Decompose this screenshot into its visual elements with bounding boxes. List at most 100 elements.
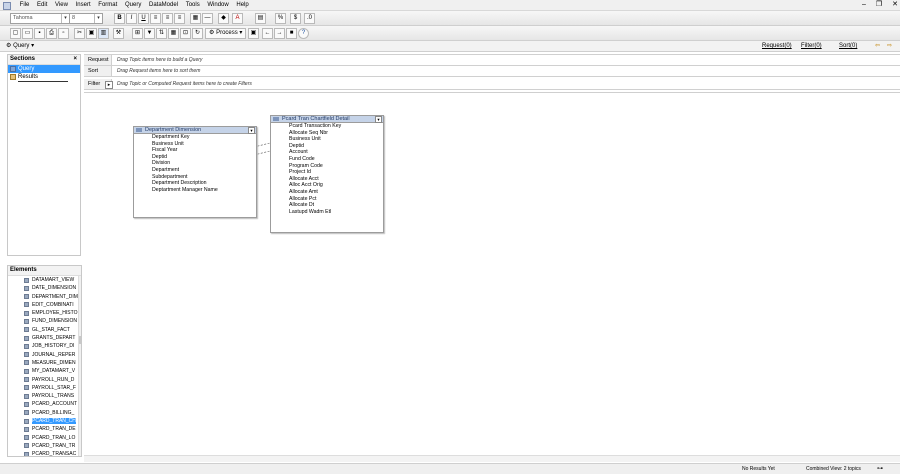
chevron-down-icon[interactable]: ▾ <box>94 14 102 23</box>
topic-item[interactable]: Allocate Amt <box>271 189 383 196</box>
element-item[interactable]: PCARD_TRANSAC <box>8 450 80 456</box>
topic-item[interactable]: Deptartment Manager Name <box>134 187 256 194</box>
element-item[interactable]: DEPARTMENT_DIM <box>8 293 80 301</box>
element-item[interactable]: JOB_HISTORY_DI <box>8 342 80 350</box>
element-item[interactable]: PCARD_TRAN_TR <box>8 442 80 450</box>
topic-item[interactable]: Business Unit <box>134 141 256 148</box>
zoom-slider-icon[interactable]: ⊶ <box>877 465 883 473</box>
cancel-process-icon[interactable]: ▣ <box>248 28 259 39</box>
chevron-down-icon[interactable]: ▾ <box>375 116 382 123</box>
element-item[interactable]: DATE_DIMENSION <box>8 284 80 292</box>
font-name-combo[interactable]: Tahoma ▾ <box>10 13 70 24</box>
filter-menu-icon[interactable]: ▸ <box>105 81 113 89</box>
insert-icon[interactable]: ⊞ <box>132 28 143 39</box>
sort-icon[interactable]: ⇅ <box>156 28 167 39</box>
topic-item[interactable]: Division <box>134 160 256 167</box>
element-item[interactable]: PCARD_TRAN_CH <box>8 417 80 425</box>
topic-item[interactable]: Account <box>271 149 383 156</box>
open-icon[interactable]: ▭ <box>22 28 33 39</box>
topic-item[interactable]: Department Key <box>134 134 256 141</box>
topic-item[interactable]: Pcard Transaction Key <box>271 123 383 130</box>
element-item[interactable]: PCARD_TRAN_DE <box>8 425 80 433</box>
topic-item[interactable]: Allocate Acct <box>271 176 383 183</box>
back-arrow-icon[interactable]: ⇦ <box>875 41 880 51</box>
border-icon[interactable]: ▦ <box>190 13 201 24</box>
element-item[interactable]: PAYROLL_RUN_D <box>8 376 80 384</box>
dollar-icon[interactable]: $ <box>290 13 301 24</box>
minimize-icon[interactable]: – <box>862 1 866 8</box>
help-button[interactable]: ? <box>298 28 309 39</box>
topic-item[interactable]: Lastupd Wadm Etl <box>271 209 383 216</box>
close-icon[interactable]: ✕ <box>892 1 898 8</box>
section-item-results[interactable]: Results <box>8 73 80 81</box>
align-left-icon[interactable]: ≡ <box>150 13 161 24</box>
element-item[interactable]: PAYROLL_TRANS <box>8 392 80 400</box>
section-selector[interactable]: ⚙ Query ▾ <box>6 41 34 51</box>
print-preview-icon[interactable]: ▫ <box>58 28 69 39</box>
process-button[interactable]: ⚙ Process ▾ <box>205 28 247 39</box>
topic-item[interactable]: Deptid <box>134 154 256 161</box>
topic-item[interactable]: Program Code <box>271 163 383 170</box>
topic-item[interactable]: Project Id <box>271 169 383 176</box>
italic-button[interactable]: I <box>126 13 137 24</box>
restore-icon[interactable]: ❐ <box>876 1 882 8</box>
align-center-icon[interactable]: ≡ <box>162 13 173 24</box>
cut-icon[interactable]: ✂ <box>74 28 85 39</box>
query-canvas[interactable]: Department Dimension ▾ Department Key Bus… <box>84 92 900 461</box>
topic-item[interactable]: Subdepartment <box>134 174 256 181</box>
topic-item[interactable]: Business Unit <box>271 136 383 143</box>
pivot-icon[interactable]: ⊡ <box>180 28 191 39</box>
sort-link[interactable]: Sort(0) <box>839 41 857 51</box>
menu-tools[interactable]: Tools <box>186 0 200 10</box>
menu-window[interactable]: Window <box>207 0 228 10</box>
close-icon[interactable]: × <box>73 55 77 64</box>
chevron-down-icon[interactable]: ▾ <box>248 127 255 134</box>
topic-title[interactable]: Pcard Tran Chartfield Detail ▾ <box>271 116 383 123</box>
elements-scrollbar[interactable] <box>78 276 81 456</box>
back-icon[interactable]: ← <box>262 28 273 39</box>
scrollbar-thumb[interactable] <box>79 336 81 344</box>
new-icon[interactable]: ▢ <box>10 28 21 39</box>
chart-icon[interactable]: ▤ <box>255 13 266 24</box>
refresh-icon[interactable]: ↻ <box>192 28 203 39</box>
element-item[interactable]: PCARD_TRAN_LO <box>8 434 80 442</box>
element-item[interactable]: PCARD_BILLING_ <box>8 409 80 417</box>
group-icon[interactable]: ▦ <box>168 28 179 39</box>
canvas-horizontal-scrollbar[interactable] <box>84 455 900 462</box>
filters-link[interactable]: Filter(0) <box>801 41 822 51</box>
paste-icon[interactable]: ▣ <box>86 28 97 39</box>
topic-department-dimension[interactable]: Department Dimension ▾ Department Key Bus… <box>133 126 257 218</box>
topic-item[interactable]: Allocate Pct <box>271 196 383 203</box>
fill-color-icon[interactable]: ◆ <box>218 13 229 24</box>
menu-help[interactable]: Help <box>236 0 248 10</box>
element-item[interactable]: DATAMART_VIEW <box>8 276 80 284</box>
request-row[interactable]: Request Drag Topic items here to build a… <box>84 54 900 66</box>
topic-item[interactable]: Department Description <box>134 180 256 187</box>
topic-item[interactable]: Fund Code <box>271 156 383 163</box>
underline-button[interactable]: U <box>138 13 149 24</box>
menu-insert[interactable]: Insert <box>76 0 91 10</box>
font-color-button[interactable]: A <box>232 13 243 24</box>
topic-item[interactable]: Alloc Acct Orig <box>271 182 383 189</box>
menu-view[interactable]: View <box>55 0 68 10</box>
bold-button[interactable]: B <box>114 13 125 24</box>
topic-item[interactable]: Allocate Seq Nbr <box>271 130 383 137</box>
topic-title[interactable]: Department Dimension ▾ <box>134 127 256 134</box>
request-link[interactable]: Request(0) <box>762 41 792 51</box>
element-item[interactable]: FUND_DIMENSION <box>8 317 80 325</box>
forward-icon[interactable]: → <box>274 28 285 39</box>
element-item[interactable]: EMPLOYEE_HISTO <box>8 309 80 317</box>
menu-edit[interactable]: Edit <box>37 0 47 10</box>
wrench-icon[interactable]: ⚒ <box>113 28 124 39</box>
print-icon[interactable]: ⎙ <box>46 28 57 39</box>
font-size-combo[interactable]: 8 ▾ <box>69 13 103 24</box>
sort-row[interactable]: Sort Drag Request items here to sort the… <box>84 66 900 77</box>
menu-query[interactable]: Query <box>125 0 141 10</box>
forward-arrow-icon[interactable]: ⇨ <box>887 41 892 51</box>
menu-format[interactable]: Format <box>98 0 117 10</box>
menu-file[interactable]: File <box>20 0 30 10</box>
stop-icon[interactable]: ■ <box>286 28 297 39</box>
element-item[interactable]: PAYROLL_STAR_F <box>8 384 80 392</box>
element-item[interactable]: PCARD_ACCOUNT <box>8 400 80 408</box>
topic-item[interactable]: Allocate Dt <box>271 202 383 209</box>
